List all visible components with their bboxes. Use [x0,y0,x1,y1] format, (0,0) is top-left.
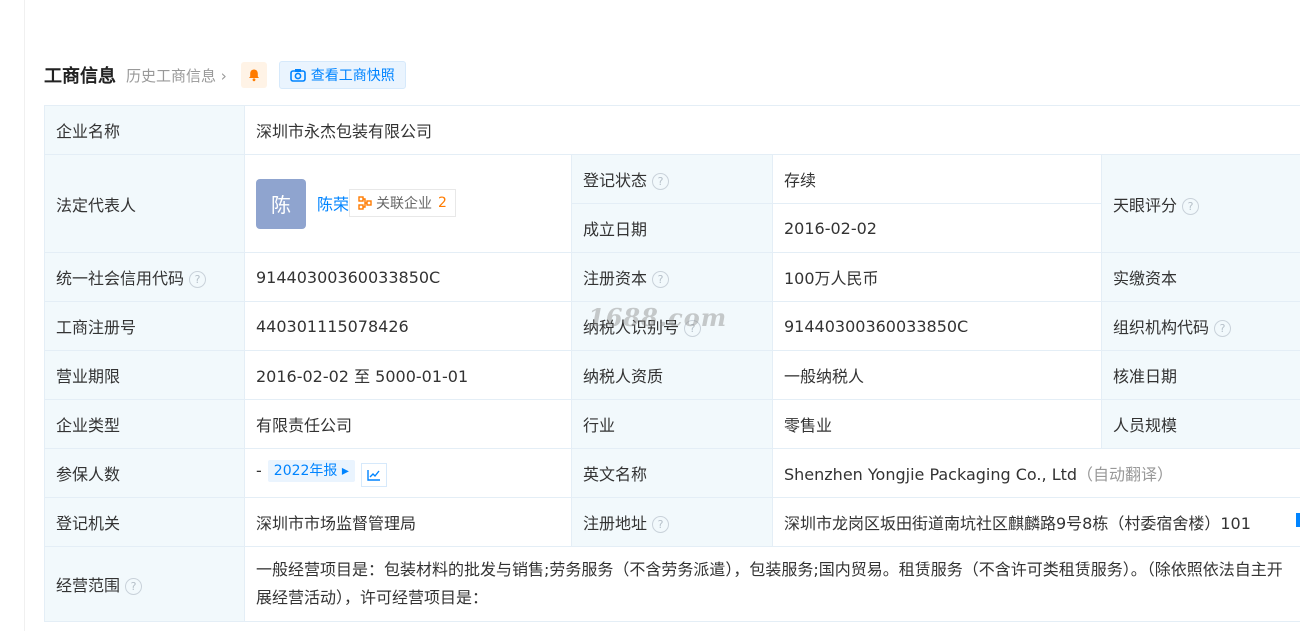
related-count: 2 [438,194,447,211]
reg-capital-label: 注册资本 [583,269,648,288]
english-name: Shenzhen Yongjie Packaging Co., Ltd [784,465,1078,484]
snapshot-button-label: 查看工商快照 [310,68,395,84]
section-title: 工商信息 [44,66,116,87]
help-icon[interactable]: ? [652,271,670,288]
help-icon[interactable]: ? [189,271,207,288]
legal-rep-avatar[interactable]: 陈 [256,178,306,229]
address-label-cell: 注册地址? [571,497,773,547]
table-row: 参保人数 -2022年报 ▸ 英文名称 Shenzhen Yongjie Pac… [44,448,1300,498]
table-row: 经营范围? 一般经营项目是：包装材料的批发与销售;劳务服务（不含劳务派遣），包装… [44,546,1300,622]
bell-icon [248,69,259,82]
found-date: 2016-02-02 [772,203,1102,253]
company-type: 有限责任公司 [244,399,572,449]
help-icon[interactable]: ? [1214,320,1232,337]
authority: 深圳市市场监督管理局 [244,497,572,547]
scope-label-cell: 经营范围? [44,546,245,622]
staff-size-label: 人员规模 [1101,399,1300,449]
address-label: 注册地址 [583,514,648,533]
camera-icon [289,69,306,82]
table-row: 登记机关 深圳市市场监督管理局 注册地址? 深圳市龙岗区坂田街道南坑社区麒麟路9… [44,497,1300,547]
industry: 零售业 [772,399,1102,449]
help-icon[interactable]: ? [1182,197,1200,215]
monitor-button[interactable] [240,62,267,88]
reg-status-label: 登记状态 [583,171,648,190]
authority-label: 登记机关 [44,497,245,547]
taxpayer-type-label: 纳税人资质 [571,350,773,400]
paid-capital-label: 实缴资本 [1101,252,1300,302]
table-row: 法定代表人 陈陈荣 关联企业 2 登记状态? 存续 天眼评分? [44,154,1300,253]
table-row: 营业期限 2016-02-02 至 5000-01-01 纳税人资质 一般纳税人… [44,350,1300,400]
scope-label: 经营范围 [56,576,121,595]
org-code-label: 组织机构代码 [1113,318,1210,337]
reg-capital: 100万人民币 [772,252,1102,302]
auto-translate-note: （自动翻译） [1077,465,1174,484]
section-header: 工商信息 历史工商信息 › 查看工商快照 [44,60,406,90]
taxpayer-id: 91440300360033850C [772,301,1102,351]
help-icon[interactable]: ? [652,516,670,533]
related-companies-tag[interactable]: 关联企业 2 [349,188,456,217]
legal-rep-name[interactable]: 陈荣 [317,195,349,214]
industry-label: 行业 [571,399,773,449]
business-info-table: 企业名称 深圳市永杰包装有限公司 法定代表人 陈陈荣 关联企业 2 登记状态? 存… [44,105,1300,622]
left-divider [24,0,25,631]
legal-rep-label: 法定代表人 [44,154,245,253]
reg-capital-label-cell: 注册资本? [571,252,773,302]
help-icon[interactable]: ? [652,173,670,190]
report-year-label: 2022年报 [273,462,338,479]
history-link[interactable]: 历史工商信息 › [126,65,227,86]
insured-label: 参保人数 [44,448,245,498]
business-scope-text: 一般经营项目是：包装材料的批发与销售;劳务服务（不含劳务派遣），包装服务;国内贸… [256,560,1283,607]
approve-date-label: 核准日期 [1101,350,1300,400]
history-link-label: 历史工商信息 [126,66,217,85]
taxpayer-id-label: 纳税人识别号 [583,318,680,337]
relation-graph-icon [358,195,372,210]
report-year-button[interactable]: 2022年报 ▸ [267,459,355,482]
credit-code-label: 统一社会信用代码 [56,269,185,288]
credit-code-label-cell: 统一社会信用代码? [44,252,245,302]
taxpayer-id-label-cell: 纳税人识别号? [571,301,773,351]
credit-code: 91440300360033850C [244,252,572,302]
snapshot-button[interactable]: 查看工商快照 [278,61,406,89]
found-date-label: 成立日期 [571,203,773,253]
reg-status-label-cell: 登记状态? [571,154,773,204]
taxpayer-type: 一般纳税人 [772,350,1102,400]
related-label: 关联企业 [376,195,433,212]
org-code-label-cell: 组织机构代码? [1101,301,1300,351]
reg-no: 440301115078426 [244,301,572,351]
address: 深圳市龙岗区坂田街道南坑社区麒麟路9号8栋（村委宿舍楼）101 [771,497,1300,547]
trend-chart-icon [367,469,380,481]
tianyan-label: 天眼评分 [1113,195,1178,215]
reg-no-label: 工商注册号 [44,301,245,351]
company-name: 深圳市永杰包装有限公司 [243,105,1300,155]
term-label: 营业期限 [44,350,245,400]
table-row: 工商注册号 440301115078426 纳税人识别号? 9144030036… [44,301,1300,351]
address-map-link-edge[interactable] [1296,513,1300,527]
english-name-cell: Shenzhen Yongjie Packaging Co., Ltd（自动翻译… [771,448,1300,498]
insured-value: - [256,460,262,480]
table-row: 企业名称 深圳市永杰包装有限公司 [44,105,1300,155]
reg-status: 存续 [772,154,1102,204]
tianyan-label-cell: 天眼评分? [1101,154,1300,253]
legal-rep-cell: 陈陈荣 关联企业 2 [244,154,572,253]
table-row: 企业类型 有限责任公司 行业 零售业 人员规模 [44,399,1300,449]
term: 2016-02-02 至 5000-01-01 [244,350,572,400]
insured-cell: -2022年报 ▸ [244,448,572,498]
help-icon[interactable]: ? [125,578,143,595]
table-row: 统一社会信用代码? 91440300360033850C 注册资本? 100万人… [44,252,1300,302]
business-scope: 一般经营项目是：包装材料的批发与销售;劳务服务（不含劳务派遣），包装服务;国内贸… [243,546,1300,622]
trend-button[interactable] [360,462,387,487]
company-name-label: 企业名称 [44,105,245,155]
english-name-label: 英文名称 [571,448,773,498]
type-label: 企业类型 [44,399,245,449]
help-icon[interactable]: ? [684,320,702,337]
